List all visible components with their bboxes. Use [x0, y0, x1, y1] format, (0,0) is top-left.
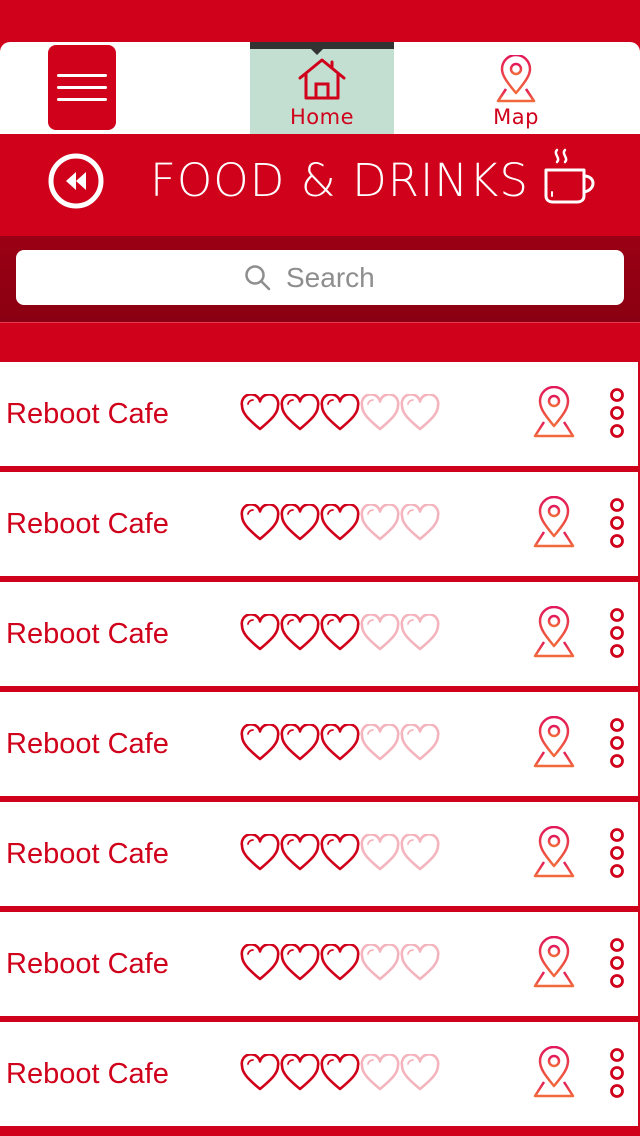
heart-filled-icon [280, 394, 320, 431]
tab-home-label: Home [289, 105, 354, 129]
heart-filled-icon [240, 944, 280, 981]
more-options-icon[interactable] [606, 388, 628, 438]
more-options-icon[interactable] [606, 1048, 628, 1098]
heart-empty-icon [400, 724, 440, 761]
list-item[interactable]: Reboot Cafe [0, 362, 638, 466]
place-name: Reboot Cafe [6, 838, 169, 870]
place-name: Reboot Cafe [6, 728, 169, 760]
heart-empty-icon [360, 834, 400, 871]
heart-filled-icon [320, 944, 360, 981]
more-options-icon[interactable] [606, 498, 628, 548]
coffee-cup-icon [540, 146, 600, 208]
map-pin-icon[interactable] [532, 935, 576, 988]
map-pin-icon[interactable] [532, 825, 576, 878]
heart-filled-icon [280, 614, 320, 651]
hamburger-menu-button[interactable] [48, 45, 116, 130]
map-pin-icon[interactable] [532, 605, 576, 658]
heart-filled-icon [280, 944, 320, 981]
heart-filled-icon [320, 614, 360, 651]
heart-empty-icon [400, 394, 440, 431]
list-item[interactable]: Reboot Cafe [0, 692, 638, 796]
search-input[interactable] [286, 261, 396, 294]
heart-filled-icon [280, 834, 320, 871]
map-pin-icon[interactable] [532, 1045, 576, 1098]
heart-rating [240, 834, 440, 874]
more-options-icon[interactable] [606, 718, 628, 768]
search-box[interactable] [16, 250, 624, 305]
heart-rating [240, 944, 440, 984]
more-options-icon[interactable] [606, 828, 628, 878]
heart-filled-icon [280, 1054, 320, 1091]
heart-empty-icon [360, 504, 400, 541]
more-options-icon[interactable] [606, 608, 628, 658]
heart-filled-icon [320, 724, 360, 761]
rewind-icon[interactable] [47, 152, 105, 210]
heart-filled-icon [240, 1054, 280, 1091]
top-navigation: Home Map [0, 42, 640, 134]
menu-line [57, 74, 107, 77]
search-band [0, 236, 640, 322]
heart-empty-icon [360, 394, 400, 431]
heart-empty-icon [360, 614, 400, 651]
place-list: Reboot Cafe Reboot Cafe Reboot Cafe Rebo… [0, 362, 640, 1132]
heart-rating [240, 1054, 440, 1094]
list-item[interactable]: Reboot Cafe [0, 582, 638, 686]
heart-filled-icon [240, 724, 280, 761]
place-name: Reboot Cafe [6, 948, 169, 980]
heart-empty-icon [400, 504, 440, 541]
list-item[interactable]: Reboot Cafe [0, 1022, 638, 1126]
map-pin-icon[interactable] [532, 715, 576, 768]
status-bar [0, 0, 640, 42]
heart-empty-icon [400, 1054, 440, 1091]
heart-rating [240, 614, 440, 654]
heart-filled-icon [320, 1054, 360, 1091]
heart-rating [240, 394, 440, 434]
heart-empty-icon [360, 724, 400, 761]
map-pin-icon [494, 55, 538, 103]
search-icon [245, 264, 271, 290]
heart-filled-icon [240, 394, 280, 431]
heart-filled-icon [320, 394, 360, 431]
menu-line [57, 86, 107, 89]
list-item[interactable]: Reboot Cafe [0, 802, 638, 906]
heart-filled-icon [320, 504, 360, 541]
list-header-band [0, 322, 640, 362]
map-pin-icon[interactable] [532, 385, 576, 438]
heart-filled-icon [320, 834, 360, 871]
place-name: Reboot Cafe [6, 398, 169, 430]
place-name: Reboot Cafe [6, 508, 169, 540]
tab-map[interactable]: Map [444, 42, 588, 134]
title-bar: FOOD & DRINKS [0, 134, 640, 236]
active-tab-caret [311, 49, 323, 55]
heart-empty-icon [360, 1054, 400, 1091]
heart-filled-icon [280, 724, 320, 761]
heart-rating [240, 724, 440, 764]
place-name: Reboot Cafe [6, 618, 169, 650]
heart-filled-icon [240, 834, 280, 871]
heart-filled-icon [240, 614, 280, 651]
heart-empty-icon [400, 614, 440, 651]
list-item[interactable]: Reboot Cafe [0, 472, 638, 576]
menu-line [57, 98, 107, 101]
place-name: Reboot Cafe [6, 1058, 169, 1090]
more-options-icon[interactable] [606, 938, 628, 988]
heart-empty-icon [360, 944, 400, 981]
heart-rating [240, 504, 440, 544]
list-item[interactable]: Reboot Cafe [0, 912, 638, 1016]
page-title: FOOD & DRINKS [150, 154, 529, 207]
heart-empty-icon [400, 834, 440, 871]
house-icon [296, 55, 348, 103]
map-pin-icon[interactable] [532, 495, 576, 548]
tab-home[interactable]: Home [250, 42, 394, 134]
heart-filled-icon [280, 504, 320, 541]
tab-map-label: Map [493, 105, 539, 129]
heart-filled-icon [240, 504, 280, 541]
heart-empty-icon [400, 944, 440, 981]
